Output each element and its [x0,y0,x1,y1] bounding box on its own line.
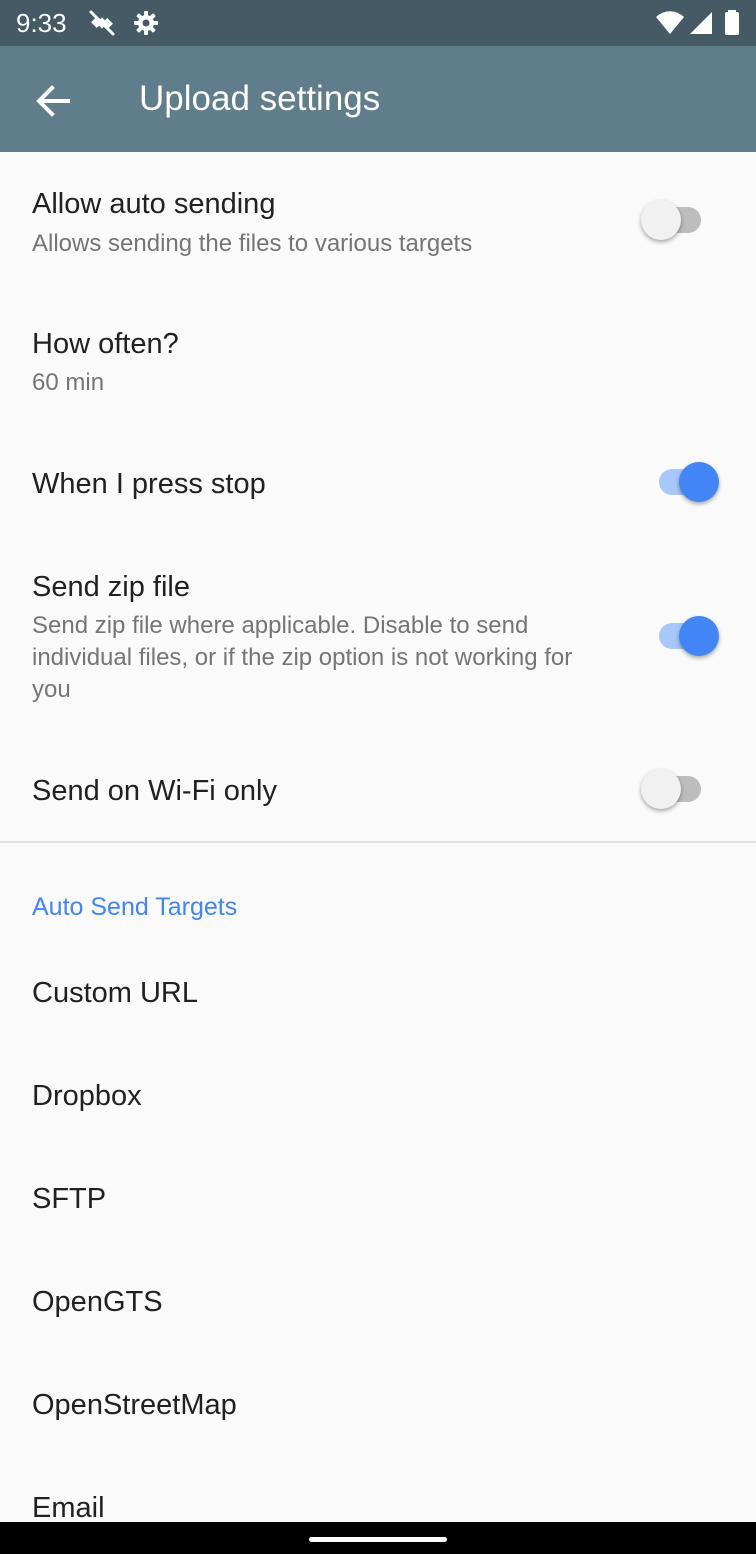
pref-title: Allow auto sending [32,188,276,220]
section-divider [0,841,756,843]
pref-title: Send on Wi-Fi only [32,775,277,807]
pref-summary: Send zip file where applicable. Disable … [32,612,573,703]
target-label: SFTP [32,1183,107,1215]
target-email[interactable]: Email [0,1459,756,1524]
target-label: Dropbox [32,1080,142,1112]
settings-gear-icon [132,9,160,37]
switch-thumb [679,462,719,502]
category-title-auto-send-targets: Auto Send Targets [32,893,238,921]
app-bar: Upload settings [0,46,756,152]
wifi-only-switch[interactable] [641,769,705,809]
pref-title: How often? [32,328,179,360]
target-label: OpenGTS [32,1286,163,1318]
switch-thumb [641,200,681,240]
pref-when-i-press-stop[interactable]: When I press stop [0,432,756,535]
page-title: Upload settings [139,79,381,118]
home-gesture-handle[interactable] [309,1537,447,1542]
target-sftp[interactable]: SFTP [0,1150,756,1253]
back-button[interactable] [26,74,80,128]
status-bar: 9:33 [0,0,756,46]
switch-thumb [641,769,681,809]
pref-title: Send zip file [32,571,190,603]
pref-title: When I press stop [32,468,266,500]
pref-send-on-wifi-only[interactable]: Send on Wi-Fi only [0,742,756,841]
switch-thumb [679,616,719,656]
pref-how-often[interactable]: How often? 60 min [0,292,756,432]
target-dropbox[interactable]: Dropbox [0,1047,756,1150]
pref-allow-auto-sending[interactable]: Allow auto sending Allows sending the fi… [0,152,756,292]
status-time: 9:33 [16,8,67,38]
arrow-back-icon [36,85,70,117]
target-custom-url[interactable]: Custom URL [0,944,756,1047]
auto-send-switch[interactable] [641,200,705,240]
press-stop-switch[interactable] [655,462,719,502]
target-label: OpenStreetMap [32,1389,237,1421]
target-openstreetmap[interactable]: OpenStreetMap [0,1356,756,1459]
satellite-off-icon [88,9,116,37]
send-zip-switch[interactable] [655,616,719,656]
cellular-signal-icon [688,9,716,37]
wifi-icon [655,9,684,37]
pref-summary: Allows sending the files to various targ… [32,230,473,257]
target-label: Email [32,1492,105,1524]
target-opengts[interactable]: OpenGTS [0,1253,756,1356]
pref-summary: 60 min [32,369,105,396]
system-navigation-bar [0,1522,756,1554]
target-label: Custom URL [32,977,198,1009]
pref-send-zip-file[interactable]: Send zip file Send zip file where applic… [0,535,756,742]
battery-icon [722,9,750,37]
